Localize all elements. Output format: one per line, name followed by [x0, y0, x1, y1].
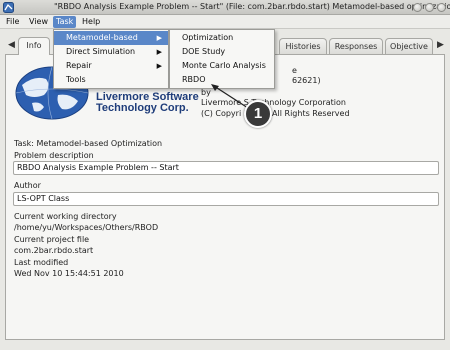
menu-item-tools[interactable]: Tools [54, 73, 168, 87]
menu-item-repair[interactable]: Repair ▶ [54, 59, 168, 73]
company-name-text: Livermore S Technology Corporation [201, 98, 346, 107]
problem-description-field[interactable]: RBDO Analysis Example Problem -- Start [13, 161, 439, 175]
tab-responses[interactable]: Responses [329, 38, 383, 55]
menu-item-metamodel-based[interactable]: Metamodel-based ▶ [54, 31, 168, 45]
copyright-text: (C) Copyri 2010 - All Rights Reserved [201, 109, 350, 118]
callout-badge: 1 [244, 100, 272, 128]
title-bar: "RBDO Analysis Example Problem -- Start"… [0, 0, 450, 15]
tab-objective[interactable]: Objective [385, 38, 433, 55]
version-text: e [292, 66, 297, 75]
submenu-item-rbdo[interactable]: RBDO [170, 73, 274, 87]
submenu-arrow-icon: ▶ [156, 34, 162, 42]
menu-bar: File View Task Help [0, 15, 450, 29]
minimize-button[interactable] [413, 3, 422, 12]
task-menu: Metamodel-based ▶ Direct Simulation ▶ Repa… [53, 29, 169, 89]
last-modified-label: Last modified [14, 258, 69, 267]
submenu-arrow-icon: ▶ [156, 62, 162, 70]
window-title: "RBDO Analysis Example Problem -- Start"… [54, 2, 450, 11]
close-button[interactable] [437, 3, 446, 12]
info-panel: Livermore Software Technology Corp. e 62… [5, 54, 445, 340]
submenu-item-doe-study[interactable]: DOE Study [170, 45, 274, 59]
last-modified-value: Wed Nov 10 15:44:51 2010 [14, 269, 124, 278]
tab-scroll-left-icon[interactable]: ◀ [8, 40, 15, 50]
menu-help[interactable]: Help [79, 16, 103, 28]
window-controls [413, 3, 446, 12]
menu-file[interactable]: File [3, 16, 22, 28]
maximize-button[interactable] [425, 3, 434, 12]
cwd-value: /home/yu/Workspaces/Others/RBOD [14, 223, 159, 232]
menu-task[interactable]: Task [53, 16, 77, 28]
tab-histories[interactable]: Histories [279, 38, 327, 55]
author-field[interactable]: LS-OPT Class [13, 192, 439, 206]
menu-view[interactable]: View [26, 16, 51, 28]
by-text: by [201, 88, 211, 97]
submenu-item-monte-carlo[interactable]: Monte Carlo Analysis [170, 59, 274, 73]
submenu-arrow-icon: ▶ [156, 48, 162, 56]
task-label: Task: Metamodel-based Optimization [14, 139, 163, 148]
tab-info[interactable]: Info [18, 37, 50, 55]
cwd-label: Current working directory [14, 212, 117, 221]
menu-item-direct-simulation[interactable]: Direct Simulation ▶ [54, 45, 168, 59]
project-file-value: com.2bar.rbdo.start [14, 246, 94, 255]
problem-description-label: Problem description [14, 151, 94, 160]
project-file-label: Current project file [14, 235, 90, 244]
author-label: Author [14, 181, 41, 190]
tab-scroll-right-icon[interactable]: ▶ [437, 40, 444, 50]
company-logo-text: Livermore Software Technology Corp. [96, 91, 199, 114]
metamodel-submenu: Optimization DOE Study Monte Carlo Analy… [169, 29, 275, 89]
version-number-text: 62621) [292, 76, 321, 85]
app-icon [3, 2, 14, 13]
submenu-item-optimization[interactable]: Optimization [170, 31, 274, 45]
